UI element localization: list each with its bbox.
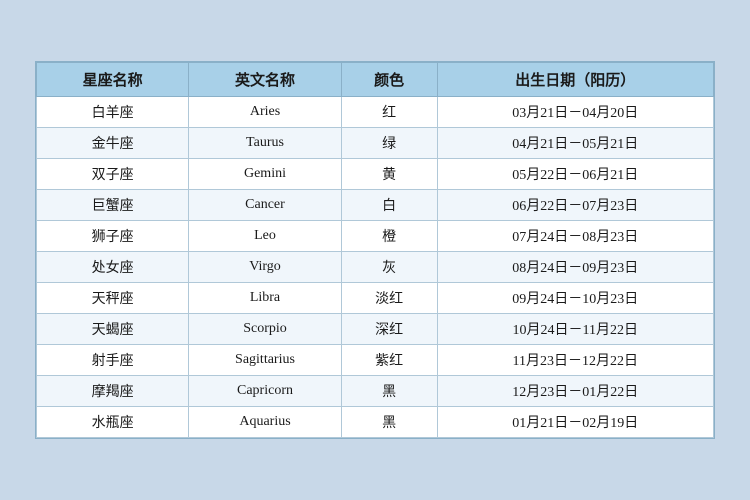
table-cell: 天秤座 (37, 283, 189, 314)
table-cell: 11月23日－12月22日 (437, 345, 713, 376)
table-row: 金牛座Taurus绿04月21日－05月21日 (37, 128, 714, 159)
table-cell: 双子座 (37, 159, 189, 190)
table-header-row: 星座名称英文名称颜色出生日期（阳历） (37, 63, 714, 97)
table-cell: 10月24日－11月22日 (437, 314, 713, 345)
table-cell: Aquarius (189, 407, 341, 438)
table-cell: 红 (341, 97, 437, 128)
table-row: 双子座Gemini黄05月22日－06月21日 (37, 159, 714, 190)
table-header-cell: 英文名称 (189, 63, 341, 97)
table-cell: 水瓶座 (37, 407, 189, 438)
table-row: 处女座Virgo灰08月24日－09月23日 (37, 252, 714, 283)
table-cell: 06月22日－07月23日 (437, 190, 713, 221)
table-row: 摩羯座Capricorn黑12月23日－01月22日 (37, 376, 714, 407)
table-cell: 摩羯座 (37, 376, 189, 407)
table-cell: Capricorn (189, 376, 341, 407)
table-cell: 狮子座 (37, 221, 189, 252)
table-row: 天秤座Libra淡红09月24日－10月23日 (37, 283, 714, 314)
table-cell: 12月23日－01月22日 (437, 376, 713, 407)
table-row: 巨蟹座Cancer白06月22日－07月23日 (37, 190, 714, 221)
table-cell: 黄 (341, 159, 437, 190)
table-cell: 灰 (341, 252, 437, 283)
table-cell: 07月24日－08月23日 (437, 221, 713, 252)
zodiac-table: 星座名称英文名称颜色出生日期（阳历） 白羊座Aries红03月21日－04月20… (36, 62, 714, 438)
table-cell: Sagittarius (189, 345, 341, 376)
table-cell: 08月24日－09月23日 (437, 252, 713, 283)
table-cell: 天蝎座 (37, 314, 189, 345)
table-cell: 01月21日－02月19日 (437, 407, 713, 438)
table-cell: 绿 (341, 128, 437, 159)
table-header-cell: 颜色 (341, 63, 437, 97)
table-cell: Cancer (189, 190, 341, 221)
table-header-cell: 出生日期（阳历） (437, 63, 713, 97)
table-cell: Taurus (189, 128, 341, 159)
table-row: 狮子座Leo橙07月24日－08月23日 (37, 221, 714, 252)
table-cell: 橙 (341, 221, 437, 252)
table-cell: 09月24日－10月23日 (437, 283, 713, 314)
table-header-cell: 星座名称 (37, 63, 189, 97)
table-cell: Leo (189, 221, 341, 252)
table-cell: 黑 (341, 407, 437, 438)
table-cell: 深红 (341, 314, 437, 345)
table-row: 射手座Sagittarius紫红11月23日－12月22日 (37, 345, 714, 376)
table-body: 白羊座Aries红03月21日－04月20日金牛座Taurus绿04月21日－0… (37, 97, 714, 438)
table-cell: 射手座 (37, 345, 189, 376)
zodiac-table-wrapper: 星座名称英文名称颜色出生日期（阳历） 白羊座Aries红03月21日－04月20… (35, 61, 715, 439)
table-cell: 金牛座 (37, 128, 189, 159)
table-cell: 04月21日－05月21日 (437, 128, 713, 159)
table-cell: 黑 (341, 376, 437, 407)
table-cell: 03月21日－04月20日 (437, 97, 713, 128)
table-cell: Scorpio (189, 314, 341, 345)
table-cell: 白羊座 (37, 97, 189, 128)
table-cell: Gemini (189, 159, 341, 190)
table-cell: Aries (189, 97, 341, 128)
table-cell: 白 (341, 190, 437, 221)
table-row: 水瓶座Aquarius黑01月21日－02月19日 (37, 407, 714, 438)
table-cell: 紫红 (341, 345, 437, 376)
table-cell: 巨蟹座 (37, 190, 189, 221)
table-cell: 淡红 (341, 283, 437, 314)
table-cell: 处女座 (37, 252, 189, 283)
table-cell: Libra (189, 283, 341, 314)
table-row: 白羊座Aries红03月21日－04月20日 (37, 97, 714, 128)
table-row: 天蝎座Scorpio深红10月24日－11月22日 (37, 314, 714, 345)
table-cell: 05月22日－06月21日 (437, 159, 713, 190)
table-cell: Virgo (189, 252, 341, 283)
